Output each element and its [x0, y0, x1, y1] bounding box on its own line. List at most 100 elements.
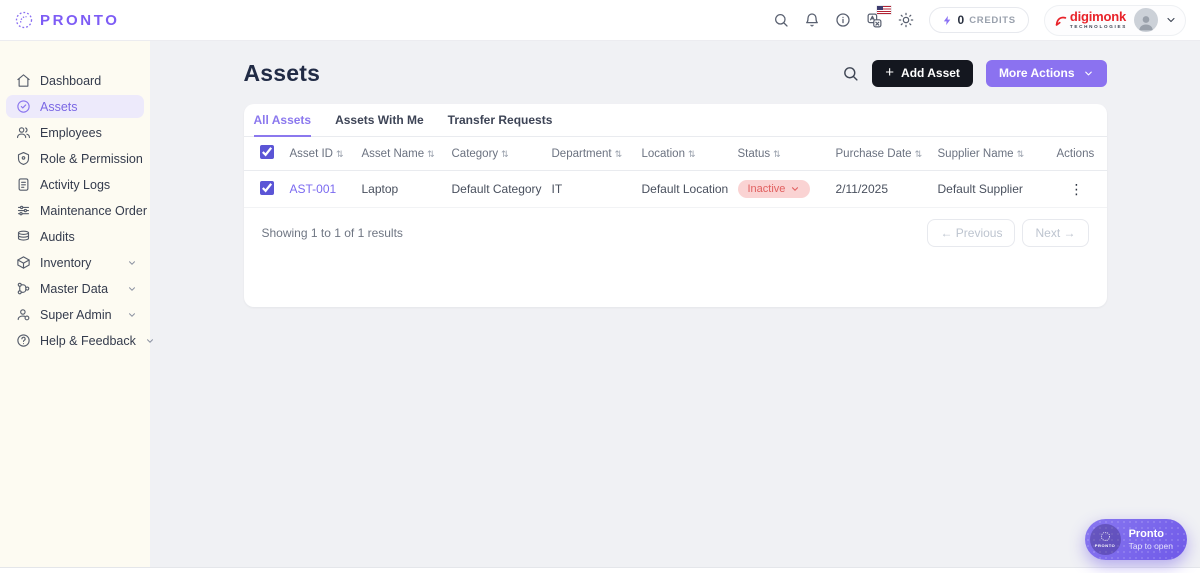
column-status[interactable]: Status⇅ — [732, 137, 830, 171]
add-asset-label: Add Asset — [901, 66, 960, 80]
sidebar-item-audits[interactable]: Audits — [6, 225, 144, 248]
pronto-chat-widget[interactable]: PRONTO Pronto Tap to open — [1085, 519, 1187, 560]
row-checkbox[interactable] — [260, 181, 274, 195]
bottom-scrollbar-strip[interactable] — [0, 567, 1200, 573]
sidebar-item-role-permission[interactable]: Role & Permission — [6, 147, 144, 170]
sort-icon: ⇅ — [615, 149, 623, 159]
plus-icon: + — [885, 65, 894, 80]
row-kebab-menu-icon[interactable]: ⋮ — [1066, 182, 1088, 196]
cell-location: Default Location — [636, 171, 732, 208]
sidebar-item-label: Help & Feedback — [40, 334, 136, 348]
sidebar-item-label: Maintenance Order — [40, 204, 147, 218]
credits-badge[interactable]: 0 CREDITS — [929, 7, 1029, 33]
bolt-icon — [942, 14, 953, 27]
column-category[interactable]: Category⇅ — [446, 137, 546, 171]
chevron-down-icon — [790, 184, 800, 194]
pagination: ← Previous Next → — [927, 219, 1088, 247]
more-actions-label: More Actions — [999, 66, 1075, 80]
page-header: Assets + Add Asset More Actions — [244, 58, 1107, 88]
results-summary: Showing 1 to 1 of 1 results — [262, 226, 403, 240]
cell-status: Inactive — [732, 171, 830, 208]
widget-subtitle: Tap to open — [1129, 541, 1173, 551]
tab-all-assets[interactable]: All Assets — [254, 104, 312, 137]
document-icon — [16, 177, 31, 192]
page-title: Assets — [244, 60, 321, 87]
company-swoosh-icon — [1054, 13, 1068, 28]
sidebar-item-label: Super Admin — [40, 308, 112, 322]
table-row: AST-001 Laptop Default Category IT Defau… — [244, 171, 1107, 208]
badge-check-icon — [16, 99, 31, 114]
sidebar-item-super-admin[interactable]: Super Admin — [6, 303, 144, 326]
sidebar-item-activity-logs[interactable]: Activity Logs — [6, 173, 144, 196]
page-actions: + Add Asset More Actions — [842, 60, 1106, 87]
column-asset-id[interactable]: Asset ID⇅ — [284, 137, 356, 171]
chevron-down-icon — [127, 258, 137, 268]
sidebar-item-label: Master Data — [40, 282, 108, 296]
column-purchase-date[interactable]: Purchase Date⇅ — [830, 137, 932, 171]
search-icon[interactable] — [773, 12, 789, 28]
column-asset-name[interactable]: Asset Name⇅ — [356, 137, 446, 171]
home-icon — [16, 73, 31, 88]
git-branch-icon — [16, 281, 31, 296]
account-menu[interactable]: digimonk TECHNOLOGIES — [1044, 5, 1186, 36]
sidebar-item-employees[interactable]: Employees — [6, 121, 144, 144]
assets-card: All Assets Assets With Me Transfer Reque… — [244, 104, 1107, 307]
sidebar-item-label: Dashboard — [40, 74, 101, 88]
sidebar-item-label: Activity Logs — [40, 178, 110, 192]
sidebar-item-dashboard[interactable]: Dashboard — [6, 69, 144, 92]
status-badge[interactable]: Inactive — [738, 180, 811, 198]
us-flag-icon — [877, 6, 891, 14]
user-badge-icon — [16, 307, 31, 322]
tab-assets-with-me[interactable]: Assets With Me — [335, 104, 424, 137]
sidebar-item-help-feedback[interactable]: Help & Feedback — [6, 329, 144, 352]
previous-button[interactable]: ← Previous — [927, 219, 1015, 247]
translate-icon[interactable] — [866, 12, 883, 29]
assets-table: Asset ID⇅ Asset Name⇅ Category⇅ Departme… — [244, 137, 1107, 208]
column-supplier-name[interactable]: Supplier Name⇅ — [932, 137, 1047, 171]
sidebar-item-assets[interactable]: Assets — [6, 95, 144, 118]
cell-actions: ⋮ — [1047, 171, 1107, 208]
cell-purchase-date: 2/11/2025 — [830, 171, 932, 208]
sidebar-item-label: Inventory — [40, 256, 91, 270]
users-icon — [16, 125, 31, 140]
row-checkbox-cell — [244, 171, 284, 208]
cell-asset-name: Laptop — [356, 171, 446, 208]
sort-icon: ⇅ — [773, 149, 781, 159]
column-location[interactable]: Location⇅ — [636, 137, 732, 171]
pronto-logo-icon — [14, 10, 34, 30]
company-name: digimonk — [1070, 10, 1127, 23]
box-icon — [16, 255, 31, 270]
info-icon[interactable] — [835, 12, 851, 28]
column-actions: Actions — [1047, 137, 1107, 171]
chevron-down-icon — [127, 310, 137, 320]
notifications-icon[interactable] — [804, 12, 820, 28]
add-asset-button[interactable]: + Add Asset — [872, 60, 973, 87]
asset-id-link[interactable]: AST-001 — [290, 182, 337, 196]
table-header-row: Asset ID⇅ Asset Name⇅ Category⇅ Departme… — [244, 137, 1107, 171]
select-all-checkbox[interactable] — [260, 145, 274, 159]
sidebar-item-maintenance-order[interactable]: Maintenance Order — [6, 199, 144, 222]
user-avatar[interactable] — [1134, 8, 1158, 32]
tab-transfer-requests[interactable]: Transfer Requests — [448, 104, 553, 137]
chevron-down-icon — [145, 336, 155, 346]
theme-light-icon[interactable] — [898, 12, 914, 28]
sort-icon: ⇅ — [501, 149, 509, 159]
next-button[interactable]: Next → — [1022, 219, 1088, 247]
more-actions-button[interactable]: More Actions — [986, 60, 1107, 87]
sidebar-item-master-data[interactable]: Master Data — [6, 277, 144, 300]
sidebar-item-inventory[interactable]: Inventory — [6, 251, 144, 274]
sort-icon: ⇅ — [1017, 149, 1025, 159]
pronto-widget-logo-text: PRONTO — [1095, 543, 1116, 548]
widget-title: Pronto — [1129, 528, 1173, 542]
cell-department: IT — [546, 171, 636, 208]
column-department[interactable]: Department⇅ — [546, 137, 636, 171]
table-search-icon[interactable] — [842, 65, 859, 82]
cell-category: Default Category — [446, 171, 546, 208]
assets-tabs: All Assets Assets With Me Transfer Reque… — [244, 104, 1107, 137]
company-logo: digimonk TECHNOLOGIES — [1054, 10, 1127, 29]
header-actions: 0 CREDITS digimonk TECHNOLOGIES — [773, 5, 1186, 36]
brand[interactable]: PRONTO — [14, 10, 120, 30]
cell-asset-id: AST-001 — [284, 171, 356, 208]
sidebar: Dashboard Assets Employees Role & Permis… — [0, 41, 150, 567]
chevron-down-icon[interactable] — [1165, 14, 1177, 26]
